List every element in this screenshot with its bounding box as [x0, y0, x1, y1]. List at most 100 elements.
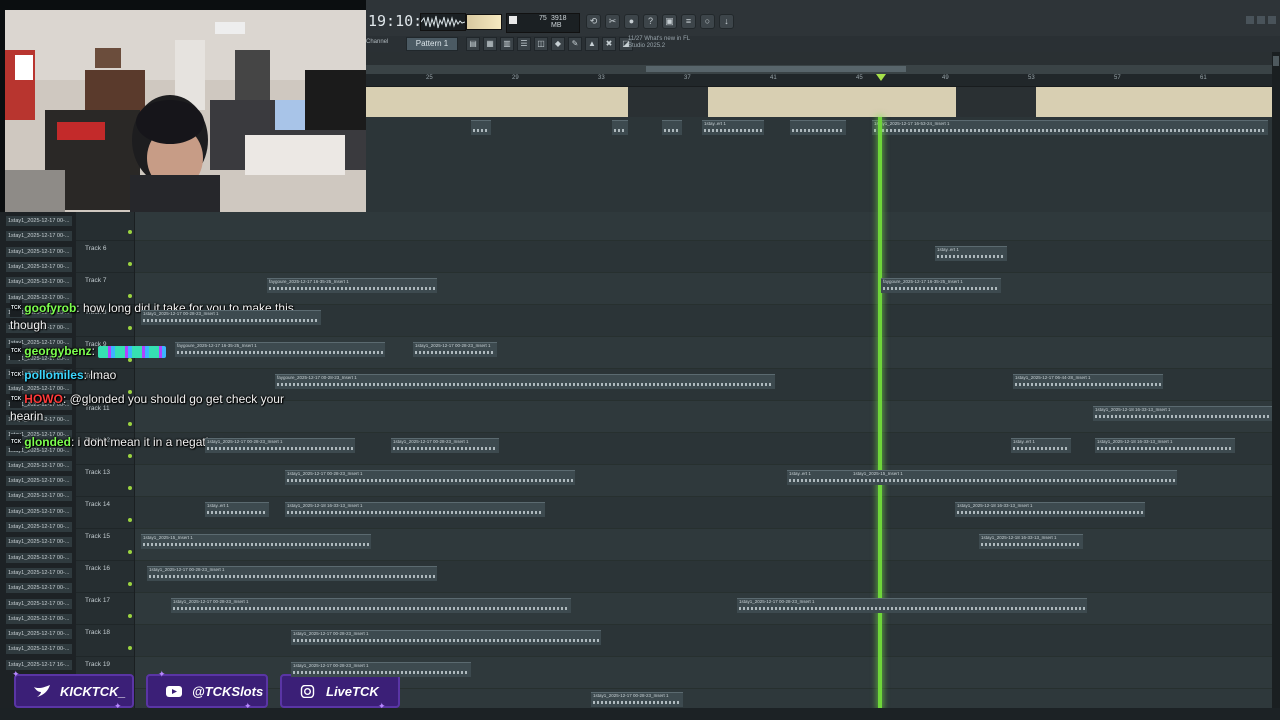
audio-clip[interactable]: 1stay1_2025-12-17 00-28-23_Insert 1	[285, 470, 575, 485]
audio-clip[interactable]	[662, 120, 682, 135]
track-active-led[interactable]	[128, 518, 132, 522]
track-header[interactable]	[76, 212, 134, 241]
help-icon[interactable]: ?	[643, 14, 658, 29]
piano-roll-icon[interactable]: ▦	[483, 37, 497, 51]
track-header[interactable]: Track 17	[76, 592, 134, 625]
audio-clip[interactable]: 1stay..ert 1	[1011, 438, 1071, 453]
channel-rack-icon[interactable]: ▥	[500, 37, 514, 51]
pattern-selector[interactable]: Pattern 1	[406, 37, 458, 51]
master-audio-clip[interactable]	[366, 87, 1272, 117]
track-active-led[interactable]	[128, 294, 132, 298]
social-instagram[interactable]: LiveTCK ✦ ✦	[280, 670, 400, 711]
track-active-led[interactable]	[128, 582, 132, 586]
save-icon[interactable]: ▣	[662, 14, 677, 29]
audio-clip[interactable]: 1stay1_2025-12-17 00-28-23_Insert 1	[591, 692, 683, 707]
track-active-led[interactable]	[128, 646, 132, 650]
social-youtube[interactable]: @TCKSlots ✦ ✦	[146, 670, 268, 711]
track-header[interactable]: Track 13	[76, 464, 134, 497]
audio-clip[interactable]: 1stay1_2025-12-17 00-28-23_Insert 1	[291, 662, 471, 677]
audio-clip[interactable]: faygoure_2025-12-17 16-35-25_Insert 1	[267, 278, 437, 293]
browser-item[interactable]: 1stay1_2025-12-17 00-...	[6, 522, 72, 532]
track-active-led[interactable]	[128, 454, 132, 458]
browser-item[interactable]: 1stay1_2025-12-17 00-...	[6, 629, 72, 640]
audio-clip[interactable]: faygoure_2025-12-17 16-35-25_Insert 1	[175, 342, 385, 357]
playlist-overview[interactable]	[366, 65, 1280, 74]
audio-clip[interactable]: 1stay1_2025-12-17 00-28-23_Insert 1	[205, 438, 355, 453]
audio-clip[interactable]: 1stay1_2025-12-17 00-28-23_Insert 1	[391, 438, 499, 453]
audio-clip[interactable]: 1stay1_2025-12-18 16-33-13_Insert 1	[285, 502, 545, 517]
scrollbar-thumb[interactable]	[1273, 56, 1279, 66]
browser-item[interactable]: 1stay1_2025-12-17 00-...	[6, 537, 72, 548]
audio-clip[interactable]: 1stay1_2025-12-17 16-53-24_Insert 1	[872, 120, 1268, 135]
browser-item[interactable]: 1stay1_2025-12-17 00-...	[6, 552, 72, 563]
browser-item[interactable]: 1stay1_2025-12-17 00-...	[6, 491, 72, 502]
browser-item[interactable]: 1stay1_2025-12-17 00-...	[6, 567, 72, 578]
browser-item[interactable]: 1stay1_2025-12-17 00-...	[6, 216, 72, 226]
audio-clip[interactable]: 1stay1_2025-12-17 06-44-28_Insert 1	[1013, 374, 1163, 389]
chat-icon[interactable]: ○	[700, 14, 715, 29]
minimize-button[interactable]	[1246, 16, 1254, 24]
track-active-led[interactable]	[128, 230, 132, 234]
audio-clip[interactable]: 1stay..ert 1	[935, 246, 1007, 261]
paint-icon[interactable]: ▲	[585, 37, 599, 51]
browser-item[interactable]: 1stay1_2025-12-17 00-...	[6, 246, 72, 257]
audio-clip[interactable]: 1stay1_2025-12-17 00-28-23_Insert 1	[413, 342, 497, 357]
maximize-button[interactable]	[1257, 16, 1265, 24]
audio-clip[interactable]: 1stay1_2025-12-17 00-28-23_Insert 1	[737, 598, 1087, 613]
browser-item[interactable]: 1stay1_2025-12-17 00-...	[6, 506, 72, 517]
track-header[interactable]: Track 15	[76, 528, 134, 561]
audio-clip[interactable]: 1stay1_2025-12-18 16-33-13_Insert 1	[1095, 438, 1235, 453]
undo-icon[interactable]: ⟲	[586, 14, 601, 29]
track-active-led[interactable]	[128, 486, 132, 490]
audio-clip[interactable]: faygoure_2025-12-17 00-28-23_Insert 1	[275, 374, 775, 389]
audio-clip[interactable]: 1stay..ert 1	[205, 502, 269, 517]
audio-clip[interactable]: 1stay1_2025-12-18 16-33-13_Insert 1	[979, 534, 1083, 549]
audio-clip[interactable]: 1stay1_2025-12-18 16-33-13_Insert 1	[1093, 406, 1272, 421]
playhead[interactable]	[878, 117, 882, 708]
browser-item[interactable]: 1stay1_2025-12-17 00-...	[6, 460, 72, 471]
browser-item[interactable]: 1stay1_2025-12-17 00-...	[6, 231, 72, 242]
plugin-icon[interactable]: ◆	[551, 37, 565, 51]
browser-icon[interactable]: ◫	[534, 37, 548, 51]
browser-item[interactable]: 1stay1_2025-12-17 00-...	[6, 644, 72, 655]
cut-icon[interactable]: ✂	[605, 14, 620, 29]
track-header[interactable]: Track 18	[76, 624, 134, 657]
audio-clip[interactable]	[790, 120, 846, 135]
vertical-scrollbar[interactable]	[1272, 52, 1280, 708]
track-header[interactable]: Track 6	[76, 240, 134, 273]
track-active-led[interactable]	[128, 614, 132, 618]
audio-clip[interactable]: 1stay1_2025-12-17 00-28-23_Insert 1	[291, 630, 601, 645]
audio-clip[interactable]: 1stay1_2025-15_Insert 1	[851, 470, 1177, 485]
playlist-icon[interactable]: ▤	[466, 37, 480, 51]
browser-item[interactable]: 1stay1_2025-12-17 00-...	[6, 476, 72, 487]
export-icon[interactable]: ↓	[719, 14, 734, 29]
social-kick[interactable]: KICKTCK_ ✦ ✦	[12, 670, 134, 711]
track-lane[interactable]	[135, 212, 1272, 241]
audio-clip[interactable]: faygoure_2025-12-17 16-35-25_Insert 1	[881, 278, 1001, 293]
pencil-icon[interactable]: ✎	[568, 37, 582, 51]
audio-clip[interactable]	[471, 120, 491, 135]
mixer-icon[interactable]: ≡	[681, 14, 696, 29]
browser-item[interactable]: 1stay1_2025-12-17 00-...	[6, 261, 72, 272]
overview-selection[interactable]	[646, 66, 906, 72]
track-header[interactable]: Track 16	[76, 560, 134, 593]
timeline-ruler[interactable]: 2529333741454953576165	[366, 74, 1280, 87]
channel-selector[interactable]: Channel	[366, 39, 388, 45]
microphone-icon[interactable]: ●	[624, 14, 639, 29]
audio-clip[interactable]: 1stay1_2025-12-17 00-28-23_Insert 1	[171, 598, 571, 613]
browser-item[interactable]: 1stay1_2025-12-17 00-...	[6, 277, 72, 288]
audio-clip[interactable]	[612, 120, 628, 135]
browser-item[interactable]: 1stay1_2025-12-17 00-...	[6, 583, 72, 594]
browser-item[interactable]: 1stay1_2025-12-17 00-...	[6, 613, 72, 624]
playback-marker-icon[interactable]	[876, 74, 886, 81]
delete-icon[interactable]: ✖	[602, 37, 616, 51]
audio-clip[interactable]: 1stay1_2025-12-17 00-28-23_Insert 1	[147, 566, 437, 581]
track-active-led[interactable]	[128, 262, 132, 266]
audio-clip[interactable]: 1stay1_2025-12-17 00-28-23_Insert 1	[141, 310, 321, 325]
audio-clip[interactable]: 1stay1_2025-12-18 16-33-13_Insert 1	[955, 502, 1145, 517]
audio-clip[interactable]: 1stay..ert 1	[702, 120, 764, 135]
track-active-led[interactable]	[128, 550, 132, 554]
track-header[interactable]: Track 14	[76, 496, 134, 529]
news-panel[interactable]: 11/27 What's new in FL Studio 2025.2	[628, 36, 690, 50]
audio-clip[interactable]: 1stay1_2025-15_Insert 1	[141, 534, 371, 549]
